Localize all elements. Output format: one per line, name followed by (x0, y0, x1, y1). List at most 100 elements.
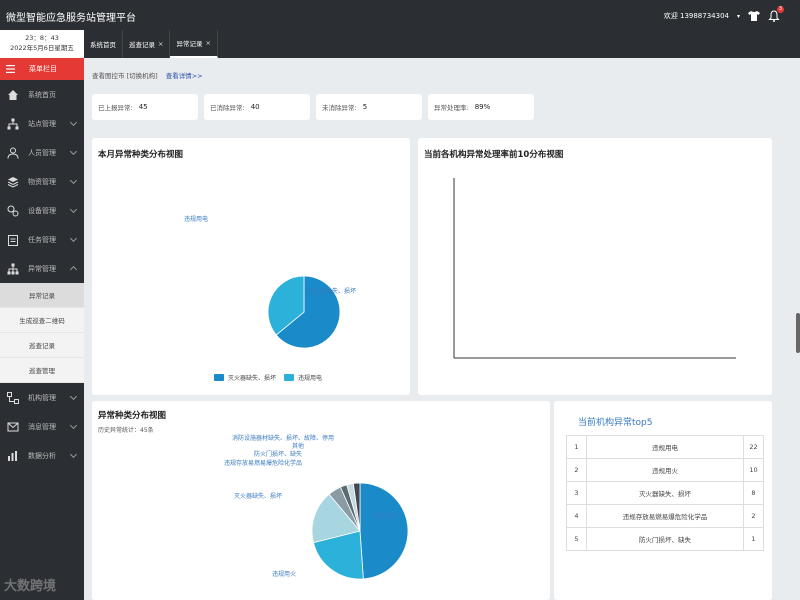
anomaly-icon (7, 263, 19, 274)
stat-label: 已上报异常: (98, 104, 133, 112)
table-row: 2 违规用火 10 (566, 458, 764, 482)
top5-card: 当前机构异常top5 1 违规用电 22 2 违规用火 10 3 灭火器缺失、损坏 8 4违… (554, 401, 772, 600)
message-icon (7, 422, 19, 431)
sidebar-item-analytics[interactable]: 数据分析 (0, 441, 84, 470)
pie-label: 灭火器缺失、损坏 (234, 493, 283, 500)
stat-unresolved: 未消除异常: 5 (316, 94, 422, 120)
sidebar-item-organization[interactable]: 机构管理 (0, 383, 84, 412)
tab-label: 异常记录 (176, 40, 203, 48)
close-icon[interactable]: × (158, 40, 163, 48)
org-switch-link[interactable]: 查看图控市 [切换机构] (92, 72, 158, 80)
menu-header[interactable]: 菜单栏目 (0, 58, 84, 80)
row-count: 10 (743, 458, 764, 482)
sidebar-item-tasks[interactable]: 任务管理 (0, 225, 84, 254)
tab-label: 巡查记录 (129, 41, 155, 49)
monthly-anomaly-pie-card: 本月异常种类分布视图 违规用电 灭火器缺失、损坏 灭火器缺失、损坏 违规用电 (92, 138, 410, 395)
sidebar-item-devices[interactable]: 设备管理 (0, 196, 84, 225)
table-row: 4 违规存放易燃易爆危险化学品 2 (566, 504, 764, 528)
subnav-generate-qrcode[interactable]: 生成巡查二维码 (0, 308, 84, 333)
stat-label: 异常处理率: (434, 104, 469, 112)
sidebar-item-personnel[interactable]: 人员管理 (0, 138, 84, 167)
caret-down-icon[interactable]: ▾ (737, 13, 740, 20)
chevron-down-icon (69, 205, 78, 214)
tab-bar: 系统首页 巡查记录 × 异常记录 × (84, 30, 800, 58)
legend-label[interactable]: 违规用电 (298, 373, 322, 382)
stat-resolved: 已消除异常: 40 (204, 94, 310, 120)
anomaly-type-pie-chart (311, 482, 409, 580)
clock: 23：8：43 2022年5月6日星期五 (0, 30, 84, 58)
row-name: 防火门损坏、缺失 (586, 527, 744, 551)
sidebar-item-label: 站点管理 (28, 119, 56, 128)
sidebar-item-messages[interactable]: 消息管理 (0, 412, 84, 441)
layers-icon (7, 176, 19, 188)
chevron-down-icon (69, 392, 78, 401)
pie-label: 消防设施器材缺失、损坏、故障、停用 (232, 435, 335, 442)
sidebar-item-label: 系统首页 (28, 90, 56, 99)
row-name: 灭火器缺失、损坏 (586, 481, 744, 505)
row-count: 22 (743, 435, 764, 459)
sidebar-item-label: 人员管理 (28, 148, 56, 157)
subnav-patrol-management[interactable]: 巡查管理 (0, 358, 84, 383)
pie-label: 灭火器缺失、损坏 (308, 288, 357, 295)
sidebar-item-home[interactable]: 系统首页 (0, 80, 84, 109)
view-details-link[interactable]: 查看详情>> (166, 72, 203, 80)
legend-label[interactable]: 灭火器缺失、损坏 (228, 373, 276, 382)
chevron-down-icon (69, 176, 78, 185)
pie-label: 违规用电 (372, 513, 397, 520)
org-icon (7, 118, 19, 129)
close-icon[interactable]: × (205, 39, 210, 47)
sidebar-item-anomaly[interactable]: 异常管理 (0, 254, 84, 283)
sidebar-item-label: 机构管理 (28, 393, 56, 402)
subnav-patrol-records[interactable]: 巡查记录 (0, 333, 84, 358)
pie-label: 其他 (292, 443, 305, 450)
stat-value: 89% (474, 103, 491, 111)
pie-label: 违规用火 (272, 571, 297, 578)
row-index: 1 (566, 435, 587, 459)
sidebar-item-label: 异常管理 (28, 264, 56, 273)
sidebar-item-label: 数据分析 (28, 451, 56, 460)
sidebar-item-materials[interactable]: 物资管理 (0, 167, 84, 196)
row-name: 违规用火 (586, 458, 744, 482)
org-links: 查看图控市 [切换机构] 查看详情>> (92, 70, 203, 80)
pie-label: 违规用电 (184, 216, 209, 223)
person-icon (7, 147, 19, 159)
shirt-icon[interactable] (748, 10, 760, 22)
chevron-down-icon (69, 147, 78, 156)
row-index: 2 (566, 458, 587, 482)
org-icon (7, 391, 19, 404)
table-row: 3 灭火器缺失、损坏 8 (566, 481, 764, 505)
chart-icon (8, 450, 17, 461)
legend-swatch (284, 374, 295, 381)
chevron-down-icon (69, 118, 78, 127)
row-index: 3 (566, 481, 587, 505)
watermark-logo: 大数跨境 (4, 579, 57, 594)
device-icon (7, 205, 19, 216)
row-count: 2 (743, 504, 764, 528)
sidebar-item-site[interactable]: 站点管理 (0, 109, 84, 138)
clock-time: 23：8：43 (25, 34, 59, 42)
user-welcome[interactable]: 欢迎 13988734304 (664, 11, 729, 21)
home-icon (8, 89, 18, 100)
table-row: 1 违规用电 22 (566, 435, 764, 459)
clock-date: 2022年5月6日星期五 (10, 44, 74, 52)
row-count: 8 (743, 481, 764, 505)
sidebar-item-label: 消息管理 (28, 422, 56, 431)
sidebar-item-label: 任务管理 (28, 235, 56, 244)
subnav-anomaly-records[interactable]: 异常记录 (0, 283, 84, 308)
stat-value: 5 (362, 103, 368, 111)
pie-slice-electricity[interactable] (359, 482, 409, 580)
row-index: 5 (566, 527, 587, 551)
tab-home[interactable]: 系统首页 (84, 30, 123, 58)
legend-swatch (214, 374, 224, 381)
handling-rate-chart (453, 178, 736, 359)
page-scrollbar[interactable] (796, 313, 800, 353)
tab-patrol-records[interactable]: 巡查记录 × (123, 30, 171, 58)
chevron-up-icon (69, 265, 78, 274)
bell-icon[interactable]: 3 (768, 6, 784, 22)
notification-badge: 3 (777, 6, 784, 13)
tab-anomaly-records[interactable]: 异常记录 × (170, 30, 218, 58)
main-content: 查看图控市 [切换机构] 查看详情>> 已上报异常: 45 已消除异常: 40 … (84, 58, 800, 600)
row-index: 4 (566, 504, 587, 528)
stat-label: 已消除异常: (210, 104, 245, 112)
menu-header-label: 菜单栏目 (29, 65, 57, 73)
